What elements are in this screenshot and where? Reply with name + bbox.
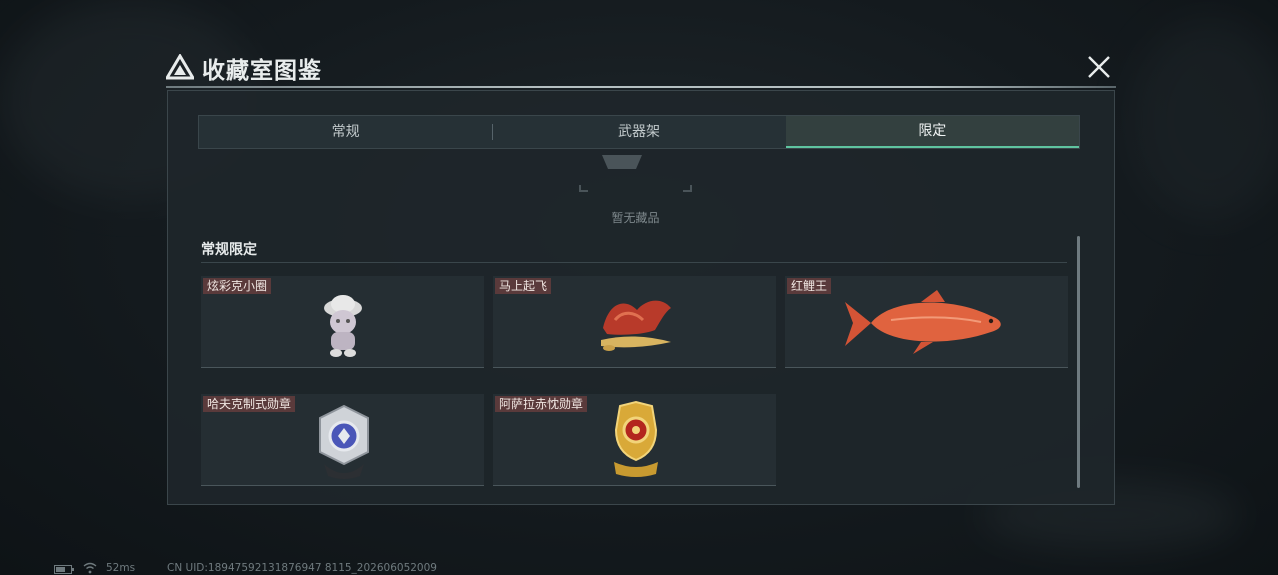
ping-text: 52ms (106, 562, 136, 574)
empty-box-icon (579, 155, 692, 192)
collection-item[interactable]: 哈夫克制式勋章 (201, 394, 484, 486)
item-label: 马上起飞 (495, 278, 552, 294)
gold-medal-icon (614, 400, 658, 477)
red-carp-icon (845, 290, 1001, 354)
delta-logo-icon (166, 54, 194, 80)
uid-text: CN UID:18947592131876947 8115_2026060520… (167, 562, 437, 574)
section-title: 常规限定 (201, 242, 257, 258)
title-divider (166, 86, 1116, 88)
battery-icon (54, 565, 74, 574)
background-blur (1130, 20, 1278, 220)
collection-item[interactable]: 马上起飞 (493, 276, 776, 368)
tab-regular[interactable]: 常规 (199, 116, 492, 148)
tab-weapon-rack[interactable]: 武器架 (492, 116, 785, 148)
item-label: 哈夫克制式勋章 (203, 396, 296, 412)
collection-item[interactable]: 红鲤王 (785, 276, 1068, 368)
item-label: 炫彩克小圈 (203, 278, 272, 294)
section-divider (201, 262, 1067, 263)
silver-medal-icon (319, 404, 369, 479)
title-bar: 收藏室图鉴 (166, 50, 1116, 88)
collection-item[interactable]: 阿萨拉赤忱勋章 (493, 394, 776, 486)
collection-panel: 常规 武器架 限定 暂无藏品 常规限定 炫彩克小圈 马上起飞 红鲤王 哈夫克制式… (167, 90, 1115, 505)
item-label: 阿萨拉赤忱勋章 (495, 396, 588, 412)
collection-item[interactable]: 炫彩克小圈 (201, 276, 484, 368)
close-icon[interactable] (1084, 52, 1114, 82)
tab-limited[interactable]: 限定 (785, 116, 1079, 148)
page-title: 收藏室图鉴 (202, 58, 322, 84)
red-horse-statue-icon (601, 300, 671, 351)
wifi-icon (83, 562, 97, 574)
item-label: 红鲤王 (787, 278, 832, 294)
scrollbar[interactable] (1077, 236, 1080, 488)
tab-bar: 常规 武器架 限定 (198, 115, 1080, 149)
plush-figure-icon (324, 295, 362, 357)
empty-state-text: 暂无藏品 (611, 211, 660, 225)
